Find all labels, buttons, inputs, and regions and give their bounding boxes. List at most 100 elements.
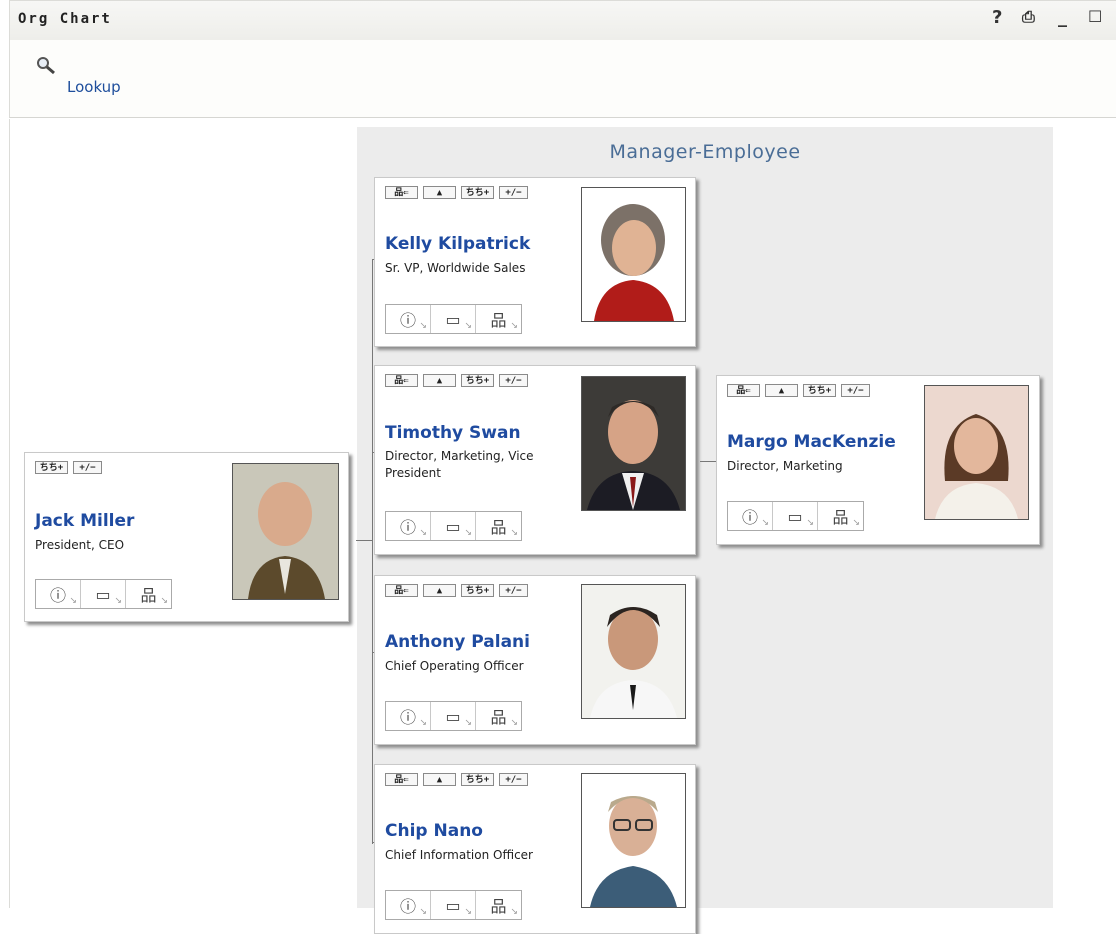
email-button[interactable]: ▭ ↘ xyxy=(431,512,476,540)
go-to-manager-button[interactable]: 品 ⇐ xyxy=(385,584,418,597)
toggle-button[interactable]: +/− xyxy=(499,186,528,199)
expand-org-button[interactable]: ちち + xyxy=(461,186,494,199)
expand-org-icon: ちち xyxy=(465,375,484,386)
info-button[interactable]: ⓘ ↘ xyxy=(386,702,431,730)
org-chart-icon: 品 xyxy=(490,311,507,330)
person-title: Director, Marketing, Vice President xyxy=(385,449,534,480)
maximize-icon[interactable]: ☐ xyxy=(1088,7,1102,26)
connector-root xyxy=(356,540,372,541)
person-title: Sr. VP, Worldwide Sales xyxy=(385,261,526,275)
up-button[interactable]: ▲ xyxy=(423,584,456,597)
person-photo xyxy=(581,376,686,511)
person-name[interactable]: Kelly Kilpatrick xyxy=(385,234,530,254)
toggle-button[interactable]: +/− xyxy=(499,374,528,387)
person-name[interactable]: Margo MacKenzie xyxy=(727,432,896,452)
person-title: Director, Marketing xyxy=(727,459,843,473)
org-chart-button[interactable]: 品 ↘ xyxy=(476,891,521,919)
up-button[interactable]: ▲ xyxy=(423,773,456,786)
email-icon: ▭ xyxy=(787,506,803,526)
expand-org-button[interactable]: ちち + xyxy=(461,773,494,786)
email-icon: ▭ xyxy=(445,895,461,915)
email-button[interactable]: ▭ ↘ xyxy=(773,502,818,530)
person-name[interactable]: Timothy Swan xyxy=(385,423,521,443)
person-name[interactable]: Chip Nano xyxy=(385,821,483,841)
email-button[interactable]: ▭ ↘ xyxy=(431,891,476,919)
magnifier-icon[interactable] xyxy=(36,56,56,76)
email-button[interactable]: ▭ ↘ xyxy=(431,305,476,333)
person-card-anthony-palani: 品 ⇐ ▲ ちち + +/− Anthony Palani Chief Operat… xyxy=(374,575,696,745)
panel-title: Manager-Employee xyxy=(609,141,801,163)
org-chart-button[interactable]: 品 ↘ xyxy=(818,502,863,530)
person-title: Chief Information Officer xyxy=(385,848,533,862)
expand-org-icon: ちち xyxy=(39,462,58,473)
expand-org-button[interactable]: ちち + xyxy=(461,374,494,387)
info-button[interactable]: ⓘ ↘ xyxy=(386,512,431,540)
person-card-timothy-swan: 品 ⇐ ▲ ちち + +/− Timothy Swan Director, Mark… xyxy=(374,365,696,555)
person-name[interactable]: Jack Miller xyxy=(35,511,134,531)
window-title: Org Chart xyxy=(18,11,112,27)
person-icon: 品 xyxy=(394,585,404,596)
org-chart-button[interactable]: 品 ↘ xyxy=(476,512,521,540)
email-button[interactable]: ▭ ↘ xyxy=(81,580,126,608)
expand-org-button[interactable]: ちち + xyxy=(461,584,494,597)
info-button[interactable]: ⓘ ↘ xyxy=(728,502,773,530)
org-chart-icon: 品 xyxy=(490,708,507,727)
info-icon: ⓘ xyxy=(399,708,416,727)
go-to-manager-button[interactable]: 品 ⇐ xyxy=(727,384,760,397)
email-icon: ▭ xyxy=(445,516,461,536)
person-icon: 品 xyxy=(736,385,746,396)
person-photo xyxy=(232,463,339,600)
expand-org-icon: ちち xyxy=(465,187,484,198)
help-icon[interactable]: ? xyxy=(992,7,1002,28)
print-icon[interactable]: ⎙ xyxy=(1022,7,1035,27)
expand-org-button[interactable]: ちち + xyxy=(35,461,68,474)
email-button[interactable]: ▭ ↘ xyxy=(431,702,476,730)
person-photo xyxy=(581,584,686,719)
minimize-icon[interactable]: _ xyxy=(1058,7,1067,28)
connector-margo xyxy=(700,461,716,462)
person-card-chip-nano: 品 ⇐ ▲ ちち + +/− Chip Nano Chief Information… xyxy=(374,764,696,934)
person-photo xyxy=(581,773,686,908)
person-title: Chief Operating Officer xyxy=(385,659,524,673)
toggle-button[interactable]: +/− xyxy=(841,384,870,397)
connector-vertical xyxy=(372,259,373,844)
toggle-button[interactable]: +/− xyxy=(73,461,102,474)
email-icon: ▭ xyxy=(95,584,111,604)
org-chart-button[interactable]: 品 ↘ xyxy=(476,305,521,333)
info-button[interactable]: ⓘ ↘ xyxy=(386,891,431,919)
up-button[interactable]: ▲ xyxy=(423,374,456,387)
person-card-kelly-kilpatrick: 品 ⇐ ▲ ちち + +/− Kelly Kilpatrick Sr. VP, Wo… xyxy=(374,177,696,347)
up-button[interactable]: ▲ xyxy=(765,384,798,397)
info-icon: ⓘ xyxy=(741,508,758,527)
person-card-jack-miller: ちち + +/− Jack Miller President, CEO ⓘ ↘ ▭ ↘… xyxy=(24,452,349,622)
info-button[interactable]: ⓘ ↘ xyxy=(36,580,81,608)
go-to-manager-button[interactable]: 品 ⇐ xyxy=(385,186,418,199)
person-name[interactable]: Anthony Palani xyxy=(385,632,530,652)
org-chart-icon: 品 xyxy=(490,518,507,537)
expand-org-icon: ちち xyxy=(465,774,484,785)
person-photo xyxy=(581,187,686,322)
window-titlebar: Org Chart ? ⎙ _ ☐ xyxy=(9,0,1116,40)
person-photo xyxy=(924,385,1029,520)
toggle-button[interactable]: +/− xyxy=(499,584,528,597)
person-title: President, CEO xyxy=(35,538,125,552)
info-button[interactable]: ⓘ ↘ xyxy=(386,305,431,333)
person-icon: 品 xyxy=(394,774,404,785)
org-chart-icon: 品 xyxy=(832,508,849,527)
person-icon: 品 xyxy=(394,375,404,386)
email-icon: ▭ xyxy=(445,706,461,726)
expand-org-icon: ちち xyxy=(465,585,484,596)
info-icon: ⓘ xyxy=(49,586,66,605)
toggle-button[interactable]: +/− xyxy=(499,773,528,786)
person-card-margo-mackenzie: 品 ⇐ ▲ ちち + +/− Margo MacKenzie Director, M… xyxy=(716,375,1040,545)
org-chart-button[interactable]: 品 ↘ xyxy=(476,702,521,730)
org-chart-icon: 品 xyxy=(140,586,157,605)
org-chart-button[interactable]: 品 ↘ xyxy=(126,580,171,608)
lookup-link[interactable]: Lookup xyxy=(67,78,121,96)
expand-org-button[interactable]: ちち + xyxy=(803,384,836,397)
expand-org-icon: ちち xyxy=(807,385,826,396)
info-icon: ⓘ xyxy=(399,897,416,916)
go-to-manager-button[interactable]: 品 ⇐ xyxy=(385,374,418,387)
go-to-manager-button[interactable]: 品 ⇐ xyxy=(385,773,418,786)
up-button[interactable]: ▲ xyxy=(423,186,456,199)
